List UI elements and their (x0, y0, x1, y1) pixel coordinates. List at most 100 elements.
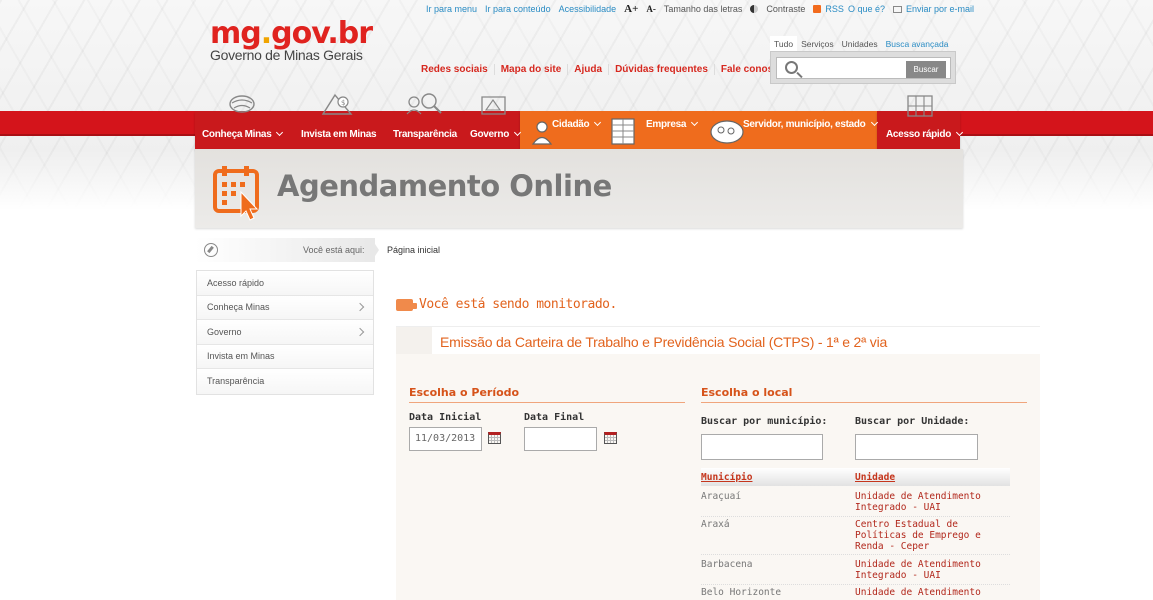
ajuda-link[interactable]: Ajuda (567, 64, 608, 75)
sidebar-item-label: Governo (207, 326, 242, 337)
sidebar-item-label: Acesso rápido (207, 277, 265, 288)
citizen-icon (531, 121, 553, 145)
advanced-search-link[interactable]: Busca avançada (882, 36, 953, 52)
logo-subtitle: Governo de Minas Gerais (210, 47, 363, 63)
skip-content-link[interactable]: Ir para conteúdo (485, 4, 551, 14)
chevron-down-icon (594, 118, 602, 127)
nav-conheca-minas[interactable]: Conheça Minas (202, 128, 284, 140)
rss-link[interactable]: RSS (825, 4, 844, 14)
locations-table-header: Município Unidade (701, 468, 1010, 486)
end-date-label: Data Final (524, 412, 585, 423)
breadcrumb-current[interactable]: Página inicial (387, 245, 440, 255)
nav-invista-em-minas[interactable]: Invista em Minas (301, 129, 377, 140)
chevron-right-icon (355, 303, 365, 312)
site-logo[interactable]: mg.gov.br Governo de Minas Gerais (210, 16, 373, 63)
search-button[interactable]: Buscar (906, 61, 946, 78)
col-municipio[interactable]: Município (701, 472, 752, 483)
compass-icon (204, 243, 218, 257)
search-box: Buscar (770, 51, 956, 84)
page-header: Agendamento Online (195, 149, 963, 228)
unit-search-input[interactable] (855, 434, 978, 460)
building-icon (611, 118, 635, 145)
sidebar-item-governo[interactable]: Governo (197, 320, 373, 345)
chevron-right-icon (355, 327, 365, 336)
row-city: Barbacena (701, 559, 753, 570)
search-input[interactable]: Buscar (776, 57, 951, 79)
sidebar-item-acesso-rapido[interactable]: Acesso rápido (197, 271, 373, 296)
nav-empresa[interactable]: Empresa (646, 118, 699, 130)
row-unit[interactable]: Unidade de Atendimento Integrado - UAI (855, 559, 1010, 581)
contrast-icon[interactable] (750, 5, 759, 13)
row-city: Araxá (701, 519, 730, 530)
row-unit[interactable]: Unidade de Atendimento (855, 587, 1010, 598)
search-tab-tudo[interactable]: Tudo (770, 36, 798, 52)
service-panel-header: Emissão da Carteira de Trabalho e Previd… (396, 327, 1040, 354)
period-section-title: Escolha o Período (409, 386, 685, 403)
search-tab-servicos[interactable]: Serviços (797, 36, 838, 52)
breadcrumb-bar: Você está aqui: (195, 238, 375, 262)
row-unit[interactable]: Unidade de Atendimento Integrado - UAI (855, 491, 1010, 513)
calendar-icon[interactable] (488, 432, 501, 444)
mountain-money-icon: $ (321, 93, 353, 115)
top-links: Redes sociais Mapa do site Ajuda Dúvidas… (421, 64, 791, 75)
redes-sociais-link[interactable]: Redes sociais (421, 64, 494, 75)
sidebar-item-conheca-minas[interactable]: Conheça Minas (197, 295, 373, 320)
nav-governo[interactable]: Governo (470, 128, 522, 140)
nav-servidor[interactable]: Servidor, município, estado (743, 118, 878, 130)
table-row[interactable]: Belo Horizonte Unidade de Atendimento (701, 587, 1010, 600)
location-section-title: Escolha o local (701, 386, 1027, 403)
search-tabs: Tudo Serviços Unidades Busca avançada (770, 36, 952, 52)
logo-brand: mg.gov.br (210, 16, 373, 51)
table-row[interactable]: Barbacena Unidade de Atendimento Integra… (701, 559, 1010, 585)
accessibility-link[interactable]: Acessibilidade (559, 4, 617, 14)
calendar-icon[interactable] (604, 432, 617, 444)
chevron-down-icon (276, 128, 284, 137)
monitoring-notice: Você está sendo monitorado. (396, 297, 617, 312)
people-group-icon (710, 120, 744, 144)
chevron-down-icon (691, 118, 699, 127)
nav-cidadao[interactable]: Cidadão (552, 118, 602, 130)
contrast-link[interactable]: Contraste (766, 4, 805, 14)
world-hands-icon (229, 95, 255, 113)
rss-icon[interactable] (813, 5, 822, 13)
chevron-down-icon (870, 118, 878, 127)
search-icon (785, 61, 798, 74)
email-link[interactable]: Enviar por e-mail (906, 4, 974, 14)
mapa-do-site-link[interactable]: Mapa do site (493, 64, 568, 75)
table-row[interactable]: Araçuaí Unidade de Atendimento Integrado… (701, 491, 1010, 517)
sidebar-item-invista-em-minas[interactable]: Invista em Minas (197, 344, 373, 369)
duvidas-frequentes-link[interactable]: Dúvidas frequentes (608, 64, 714, 75)
font-increase-button[interactable]: A+ (624, 3, 638, 15)
row-city: Belo Horizonte (701, 587, 782, 598)
row-unit[interactable]: Centro Estadual de Políticas de Emprego … (855, 519, 1010, 552)
font-size-label: Tamanho das letras (663, 4, 743, 14)
skip-menu-link[interactable]: Ir para menu (426, 4, 477, 14)
sidebar-item-label: Transparência (207, 376, 265, 387)
font-decrease-button[interactable]: A- (646, 4, 656, 14)
search-tab-unidades[interactable]: Unidades (838, 36, 882, 52)
mail-icon[interactable] (892, 5, 902, 13)
flag-icon (481, 96, 506, 115)
utility-bar: Ir para menu Ir para conteúdo Acessibili… (426, 3, 974, 15)
nav-acesso-rapido[interactable]: Acesso rápido (886, 128, 964, 140)
page-title: Agendamento Online (277, 169, 612, 203)
row-city: Araçuaí (701, 491, 742, 502)
city-search-label: Buscar por município: (701, 416, 828, 427)
breadcrumb-separator (371, 238, 379, 262)
col-unidade[interactable]: Unidade (855, 472, 895, 483)
city-search-input[interactable] (701, 434, 823, 460)
table-row[interactable]: Araxá Centro Estadual de Políticas de Em… (701, 519, 1010, 555)
end-date-input[interactable] (524, 427, 597, 451)
magnifier-people-icon (406, 93, 442, 115)
breadcrumb: Você está aqui: Página inicial (195, 238, 465, 262)
sidebar-item-label: Invista em Minas (207, 351, 275, 362)
sidebar-item-transparencia[interactable]: Transparência (197, 369, 373, 394)
unit-search-label: Buscar por Unidade: (855, 416, 970, 427)
rss-what-link[interactable]: O que é? (848, 4, 885, 14)
nav-transparencia[interactable]: Transparência (393, 129, 457, 140)
chevron-down-icon (955, 128, 964, 137)
breadcrumb-label: Você está aqui: (303, 245, 365, 255)
service-panel-tab (396, 327, 432, 354)
svg-text:$: $ (341, 99, 345, 107)
start-date-input[interactable]: 11/03/2013 (409, 427, 482, 451)
